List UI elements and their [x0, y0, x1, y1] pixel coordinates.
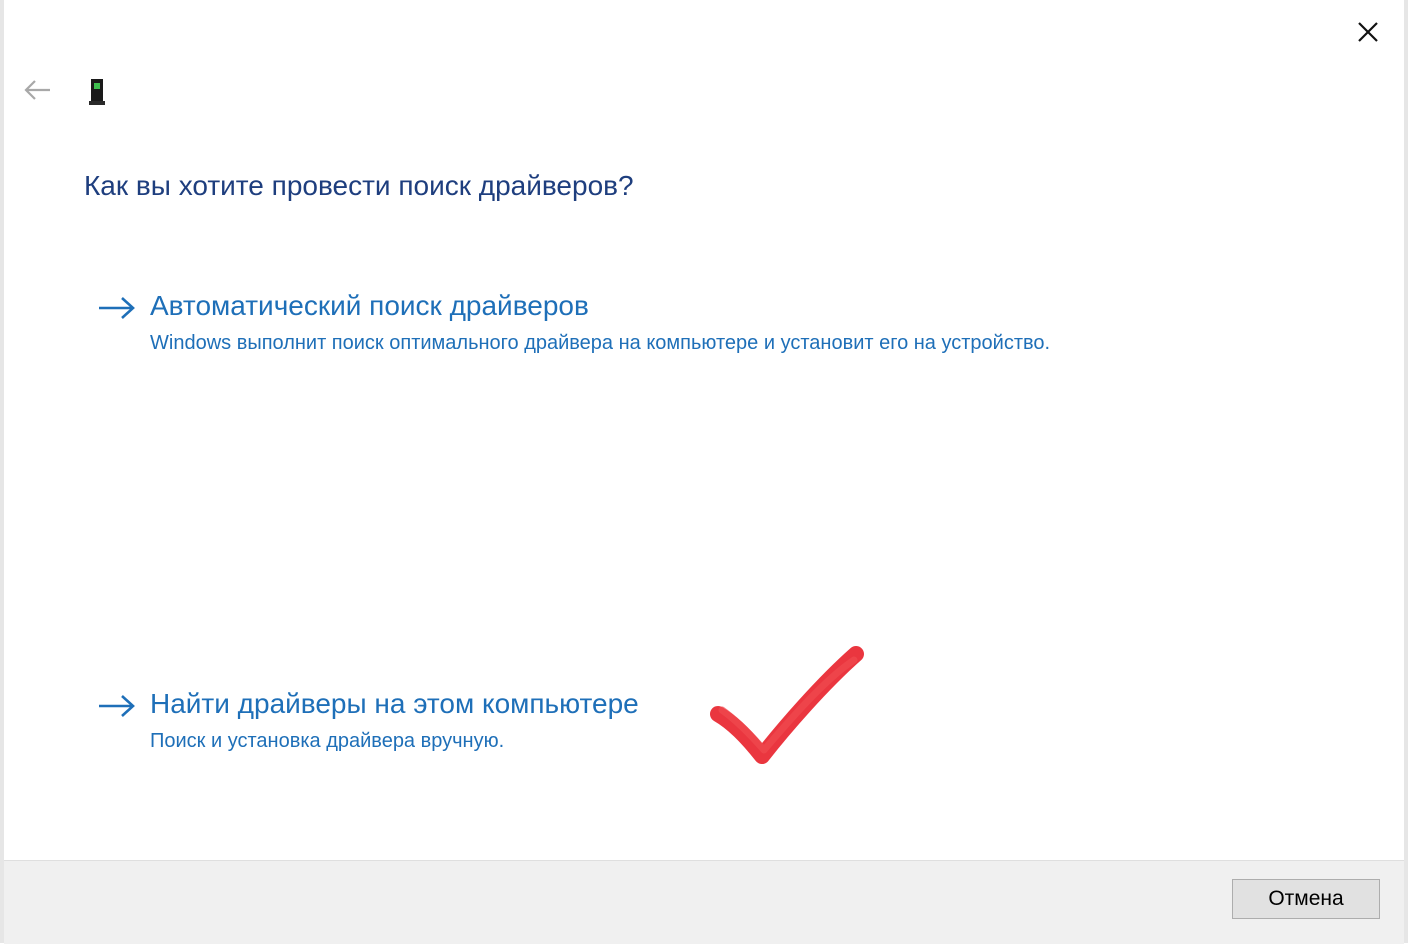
browse-computer-title: Найти драйверы на этом компьютере: [150, 688, 639, 719]
back-arrow-icon: [24, 80, 50, 100]
arrow-right-icon: [99, 695, 135, 717]
close-icon: [1358, 22, 1378, 42]
back-button[interactable]: [22, 76, 54, 104]
browse-computer-description: Поиск и установка драйвера вручную.: [150, 730, 505, 752]
device-icon: [88, 78, 106, 106]
dialog-footer: Отмена: [4, 860, 1404, 944]
dialog-question: Как вы хотите провести поиск драйверов?: [84, 170, 634, 201]
driver-update-dialog: Как вы хотите провести поиск драйверов? …: [0, 0, 1408, 944]
auto-search-title: Автоматический поиск драйверов: [150, 290, 589, 321]
arrow-right-icon: [99, 297, 135, 319]
cancel-button[interactable]: Отмена: [1232, 879, 1380, 919]
auto-search-description: Windows выполнит поиск оптимального драй…: [150, 332, 1051, 354]
close-button[interactable]: [1350, 14, 1386, 50]
red-checkmark-icon: [710, 646, 864, 764]
